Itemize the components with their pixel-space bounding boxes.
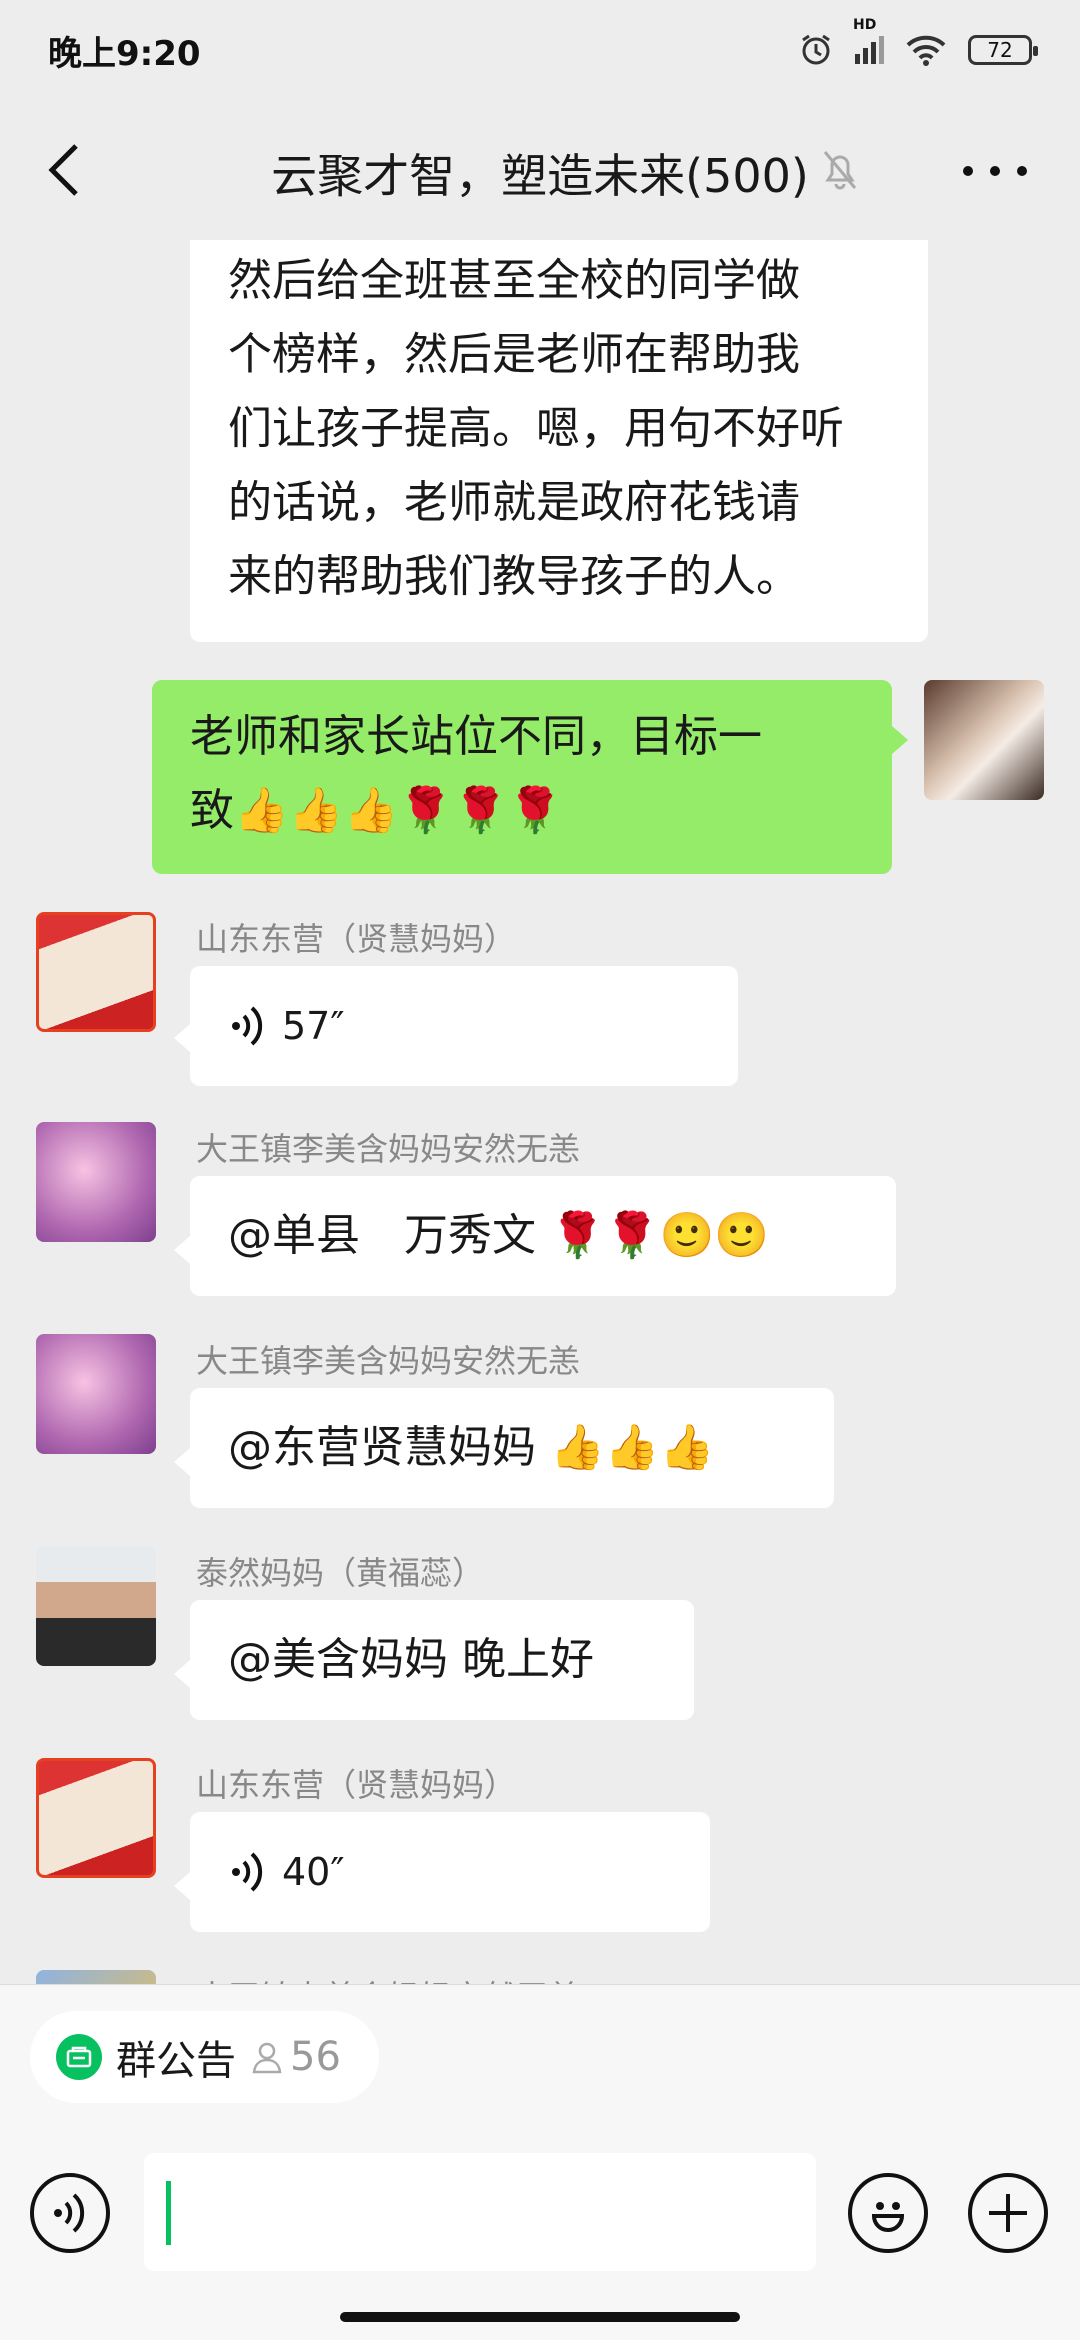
message-line: 个榜样，然后是老师在帮助我 [228, 329, 800, 380]
smiley-icon [871, 2202, 905, 2232]
voice-input-button[interactable] [30, 2173, 110, 2253]
group-notice-chip[interactable]: 群公告 56 [30, 2011, 379, 2103]
avatar[interactable] [36, 1546, 156, 1666]
home-indicator [340, 2312, 740, 2322]
avatar[interactable] [36, 1122, 156, 1242]
my-avatar[interactable] [924, 680, 1044, 800]
sender-name: 山东东营（贤慧妈妈） [196, 920, 517, 958]
sender-name: 大王镇李美含妈妈安然无恙 [196, 1972, 580, 1984]
message-line: 来的帮助我们教导孩子的人。 [228, 551, 800, 602]
text-cursor [166, 2181, 171, 2245]
avatar[interactable] [36, 1970, 156, 1984]
mute-bell-icon [823, 151, 857, 190]
bubble-tail [174, 1660, 190, 1688]
notice-label: 群公告 [116, 2038, 236, 2084]
message-line: 的话说，老师就是政府花钱请 [228, 477, 800, 528]
voice-duration: 57″ [282, 1004, 345, 1048]
alarm-icon [802, 34, 830, 65]
voice-duration: 40″ [282, 1850, 345, 1894]
bubble-tail [174, 1872, 190, 1900]
avatar[interactable] [36, 1758, 156, 1878]
status-bar: 晚上9:20 HD 72 [0, 0, 1080, 100]
person-icon [252, 2042, 282, 2074]
emoji-button[interactable] [848, 2173, 928, 2253]
voice-message[interactable]: 57″ [190, 966, 738, 1086]
message-list[interactable]: 然后给全班甚至全校的同学做 个榜样，然后是老师在帮助我 们让孩子提高。嗯，用句不… [0, 240, 1080, 1984]
my-message-bubble[interactable]: 老师和家长站位不同，目标一 致👍👍👍🌹🌹🌹 [152, 680, 892, 874]
voice-message[interactable]: 40″ [190, 1812, 710, 1932]
avatar[interactable] [36, 912, 156, 1032]
message-line: 致👍👍👍🌹🌹🌹 [190, 785, 563, 836]
voice-wave-icon [232, 1006, 263, 1046]
more-icon[interactable] [960, 164, 1030, 178]
sender-name: 大王镇李美含妈妈安然无恙 [196, 1130, 581, 1168]
member-count: 56 [250, 2034, 341, 2080]
bubble-tail [892, 726, 908, 754]
battery-icon: 72 [968, 35, 1038, 65]
input-row [0, 2153, 1080, 2283]
message-bubble[interactable]: @美含妈妈 晚上好 [190, 1600, 694, 1720]
message-line: 们让孩子提高。嗯，用句不好听 [228, 403, 844, 454]
sender-name: 泰然妈妈（黄福蕊） [196, 1554, 485, 1592]
avatar[interactable] [36, 1334, 156, 1454]
sender-name: 大王镇李美含妈妈安然无恙 [196, 1342, 581, 1380]
message-line: 老师和家长站位不同，目标一 [190, 711, 762, 762]
bubble-tail [174, 1448, 190, 1476]
message-text: @单县 万秀文 🌹🌹🙂🙂 [228, 1210, 770, 1261]
group-title: 云聚才智，塑造未来(500) [271, 149, 809, 203]
message-line: 然后给全班甚至全校的同学做 [228, 255, 800, 306]
status-time: 晚上9:20 [48, 33, 201, 74]
signal-icon: HD [853, 18, 884, 64]
message-text: @美含妈妈 晚上好 [228, 1634, 594, 1685]
sender-name: 山东东营（贤慧妈妈） [196, 1766, 517, 1804]
battery-level: 72 [987, 38, 1013, 62]
status-icons: HD 72 [799, 18, 1038, 67]
hd-label: HD [853, 17, 877, 33]
message-bubble[interactable]: 然后给全班甚至全校的同学做 个榜样，然后是老师在帮助我 们让孩子提高。嗯，用句不… [190, 240, 928, 642]
more-functions-button[interactable] [968, 2173, 1048, 2253]
message-text: @东营贤慧妈妈 👍👍👍 [228, 1422, 715, 1473]
bubble-tail [174, 1024, 190, 1052]
chat-header: 云聚才智，塑造未来(500) [0, 100, 1080, 240]
bottom-bar: 群公告 56 [0, 1984, 1080, 2340]
wifi-icon [906, 35, 946, 66]
notice-icon [56, 2034, 102, 2080]
plus-icon [989, 2194, 1027, 2232]
member-count-value: 56 [290, 2034, 341, 2080]
voice-wave-icon [232, 1852, 263, 1892]
message-input[interactable] [144, 2153, 816, 2271]
voice-icon [54, 2193, 85, 2233]
message-bubble[interactable]: @单县 万秀文 🌹🌹🙂🙂 [190, 1176, 896, 1296]
bubble-tail [174, 1236, 190, 1264]
message-bubble[interactable]: @东营贤慧妈妈 👍👍👍 [190, 1388, 834, 1508]
